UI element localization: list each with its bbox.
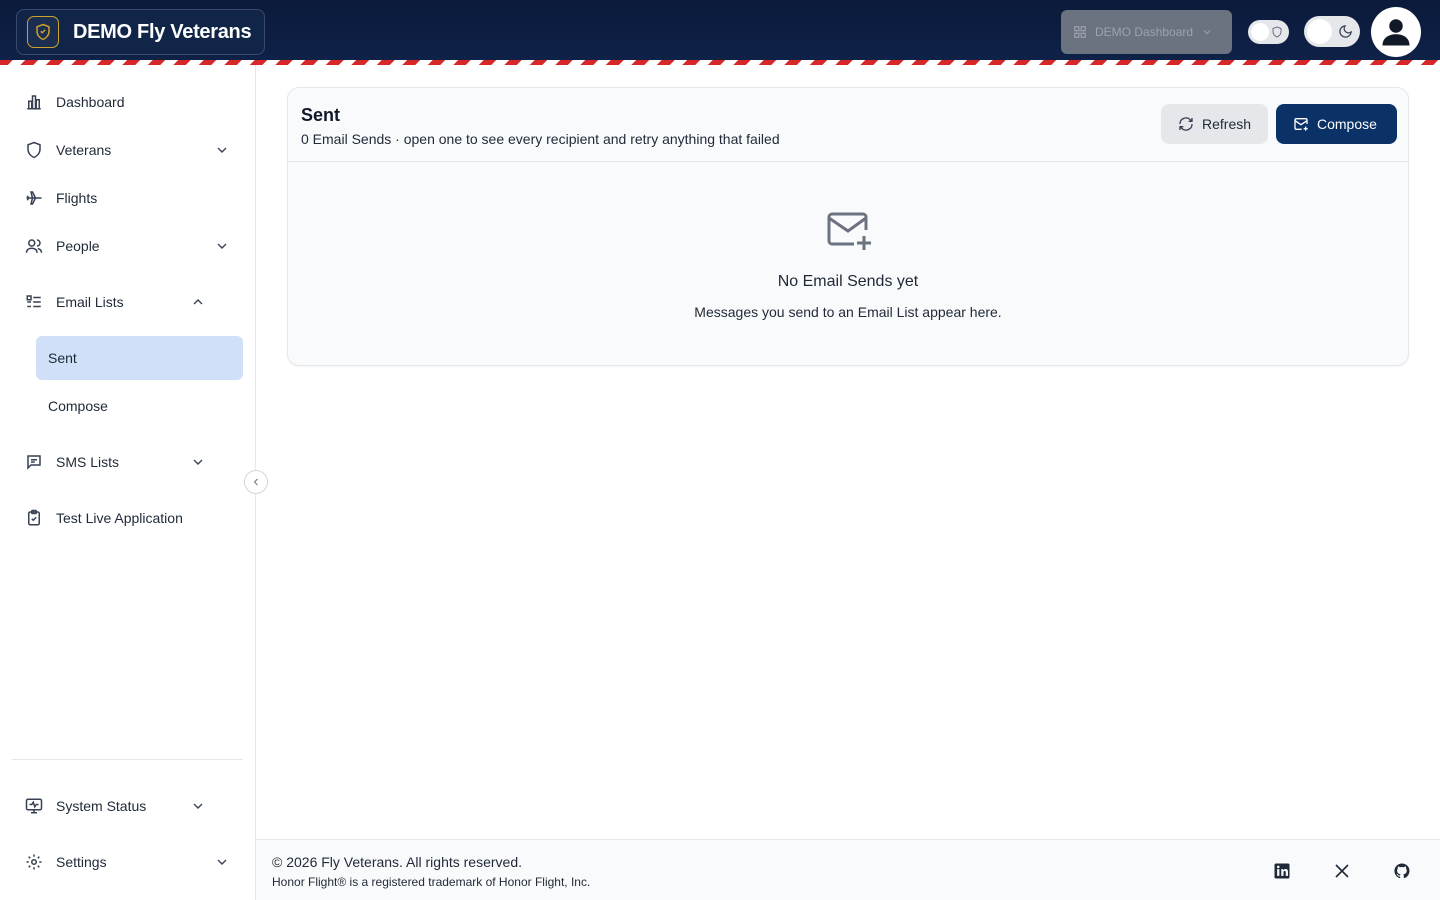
- shield-icon: [1272, 26, 1282, 38]
- sidebar-subitem-label: Sent: [48, 350, 77, 366]
- sidebar-divider: [12, 759, 243, 760]
- theme-toggle[interactable]: [1304, 16, 1360, 47]
- plane-icon: [24, 188, 44, 208]
- footer: © 2026 Fly Veterans. All rights reserved…: [256, 839, 1440, 900]
- users-icon: [24, 236, 44, 256]
- message-icon: [24, 452, 44, 472]
- x-icon[interactable]: [1332, 861, 1352, 881]
- contrast-toggle[interactable]: [1248, 20, 1289, 44]
- sidebar-item-label: Email Lists: [56, 294, 124, 310]
- sidebar-collapse-button[interactable]: [244, 470, 268, 494]
- sidebar-item-label: Veterans: [56, 142, 112, 158]
- sidebar-item-test-live-application[interactable]: Test Live Application: [12, 498, 244, 538]
- mail-plus-icon: [827, 212, 871, 250]
- toggle-knob: [1251, 23, 1269, 41]
- empty-state-description: Messages you send to an Email List appea…: [694, 304, 1002, 320]
- sidebar: Dashboard Veterans Flights People Email …: [0, 65, 256, 900]
- footer-copyright: © 2026 Fly Veterans. All rights reserved…: [272, 854, 522, 870]
- user-avatar-button[interactable]: [1371, 7, 1421, 57]
- sidebar-item-sms-lists[interactable]: SMS Lists: [12, 442, 244, 482]
- grid-icon: [1074, 26, 1086, 38]
- compose-button-label: Compose: [1317, 116, 1377, 132]
- chevron-down-icon: [217, 147, 227, 153]
- chevron-down-icon: [193, 459, 203, 465]
- user-icon: [1382, 19, 1410, 46]
- sent-card: Sent 0 Email Sends · open one to see eve…: [287, 87, 1409, 366]
- chevron-down-icon: [1203, 30, 1211, 35]
- mail-plus-icon: [1294, 118, 1308, 131]
- sidebar-item-people[interactable]: People: [12, 226, 244, 266]
- sidebar-subitem-sent[interactable]: Sent: [36, 336, 243, 380]
- clipboard-check-icon: [24, 508, 44, 528]
- linkedin-icon[interactable]: [1272, 861, 1292, 881]
- app-title: DEMO Fly Veterans: [73, 20, 252, 43]
- sidebar-item-label: SMS Lists: [56, 454, 120, 470]
- chevron-down-icon: [193, 803, 203, 809]
- shield-icon: [24, 140, 44, 160]
- sidebar-item-email-lists[interactable]: Email Lists: [12, 282, 244, 322]
- sidebar-item-label: Settings: [56, 854, 107, 870]
- brand-logo[interactable]: DEMO Fly Veterans: [16, 9, 265, 55]
- sidebar-item-label: System Status: [56, 798, 147, 814]
- dashboard-select[interactable]: DEMO Dashboard: [1061, 10, 1232, 54]
- page-subtitle: 0 Email Sends · open one to see every re…: [301, 131, 780, 147]
- toggle-knob: [1307, 19, 1332, 44]
- sidebar-item-label: People: [56, 238, 100, 254]
- empty-state-title: No Email Sends yet: [777, 273, 919, 290]
- footer-trademark: Honor Flight® is a registered trademark …: [272, 875, 591, 889]
- shield-icon: [27, 16, 59, 48]
- moon-icon: [1339, 25, 1352, 38]
- sidebar-item-label: Dashboard: [56, 94, 125, 110]
- dashboard-select-label: DEMO Dashboard: [1095, 25, 1194, 39]
- bar-chart-icon: [24, 92, 44, 112]
- chevron-up-icon: [193, 299, 203, 305]
- gear-icon: [24, 852, 44, 872]
- page-title: Sent: [301, 105, 341, 125]
- refresh-icon: [1179, 117, 1193, 131]
- sidebar-subitem-compose[interactable]: Compose: [36, 384, 243, 428]
- sidebar-subitem-label: Compose: [48, 398, 108, 414]
- sidebar-item-label: Test Live Application: [56, 510, 183, 526]
- sidebar-item-system-status[interactable]: System Status: [12, 786, 244, 826]
- sidebar-item-flights[interactable]: Flights: [12, 178, 244, 218]
- sidebar-item-settings[interactable]: Settings: [12, 842, 244, 882]
- refresh-button[interactable]: Refresh: [1161, 104, 1268, 144]
- monitor-icon: [24, 796, 44, 816]
- list-icon: [24, 292, 44, 312]
- card-header: Sent 0 Email Sends · open one to see eve…: [288, 88, 1408, 162]
- sidebar-item-label: Flights: [56, 190, 98, 206]
- compose-button[interactable]: Compose: [1276, 104, 1397, 144]
- sidebar-item-veterans[interactable]: Veterans: [12, 130, 244, 170]
- sidebar-item-dashboard[interactable]: Dashboard: [12, 82, 244, 122]
- chevron-down-icon: [217, 243, 227, 249]
- github-icon[interactable]: [1392, 861, 1412, 881]
- chevron-left-icon: [253, 478, 258, 486]
- chevron-down-icon: [217, 859, 227, 865]
- refresh-button-label: Refresh: [1202, 116, 1252, 132]
- top-bar: DEMO Fly Veterans DEMO Dashboard: [0, 0, 1440, 60]
